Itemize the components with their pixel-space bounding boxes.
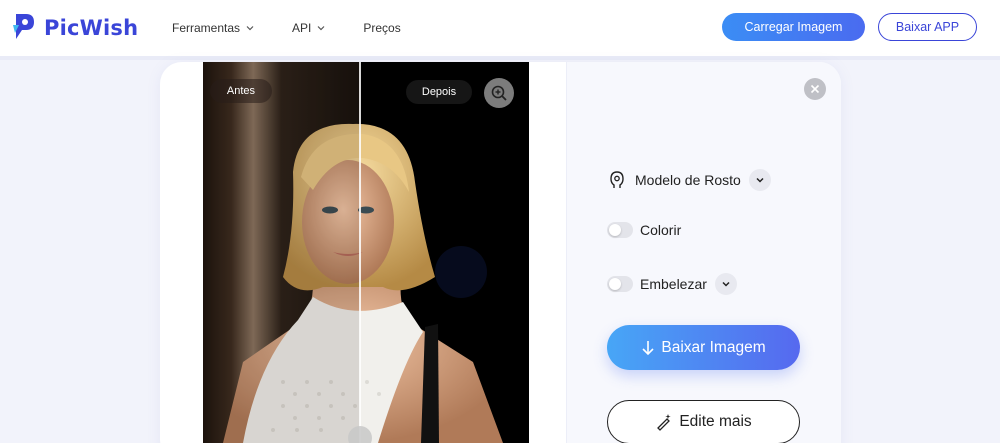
options-panel xyxy=(566,62,841,443)
face-model-label: Modelo de Rosto xyxy=(635,172,741,188)
chevron-down-icon xyxy=(756,177,764,183)
comparison-slider-handle[interactable] xyxy=(348,426,372,443)
beautify-option: Embelezar xyxy=(607,273,737,295)
upload-image-button[interactable]: Carregar Imagem xyxy=(722,13,865,41)
download-app-button[interactable]: Baixar APP xyxy=(878,13,977,41)
nav-item-api[interactable]: API xyxy=(292,21,325,35)
header-divider xyxy=(0,56,1000,60)
nav-item-label: API xyxy=(292,21,312,35)
edit-more-label: Edite mais xyxy=(679,413,752,430)
download-image-label: Baixar Imagem xyxy=(661,338,766,356)
magic-wand-icon xyxy=(657,414,672,431)
beautify-dropdown[interactable] xyxy=(714,273,737,295)
nav-item-label: Preços xyxy=(363,21,401,35)
beautify-toggle[interactable] xyxy=(607,276,633,292)
colorize-label: Colorir xyxy=(640,222,682,238)
colorize-toggle[interactable] xyxy=(607,222,633,238)
brand-logo[interactable]: PicWish xyxy=(12,11,138,45)
chevron-down-icon xyxy=(246,26,254,31)
before-label: Antes xyxy=(210,79,272,103)
download-arrow-icon xyxy=(642,340,654,355)
face-model-dropdown[interactable] xyxy=(748,169,771,191)
chevron-down-icon xyxy=(722,281,730,287)
main-nav: Ferramentas API Preços xyxy=(172,0,439,56)
image-comparison-preview[interactable] xyxy=(203,62,529,443)
nav-item-label: Ferramentas xyxy=(172,21,241,35)
top-header: PicWish Ferramentas API Preços Carregar … xyxy=(0,0,1000,56)
zoom-button[interactable] xyxy=(484,78,514,108)
face-model-option[interactable]: Modelo de Rosto xyxy=(607,169,771,191)
beautify-label: Embelezar xyxy=(640,276,707,292)
colorize-option: Colorir xyxy=(607,222,681,238)
comparison-divider[interactable] xyxy=(359,62,361,443)
close-icon xyxy=(810,84,820,94)
edit-more-button[interactable]: Edite mais xyxy=(607,400,800,443)
brand-name: PicWish xyxy=(44,16,139,40)
face-model-icon xyxy=(610,171,624,188)
picwish-logo-icon xyxy=(13,14,34,39)
portrait-image xyxy=(203,62,529,443)
zoom-in-icon xyxy=(491,85,507,101)
after-label: Depois xyxy=(406,80,472,104)
download-image-button[interactable]: Baixar Imagem xyxy=(607,325,800,370)
chevron-down-icon xyxy=(317,26,325,31)
close-button[interactable] xyxy=(804,78,826,100)
nav-item-ferramentas[interactable]: Ferramentas xyxy=(172,21,254,35)
nav-item-precos[interactable]: Preços xyxy=(363,21,400,35)
